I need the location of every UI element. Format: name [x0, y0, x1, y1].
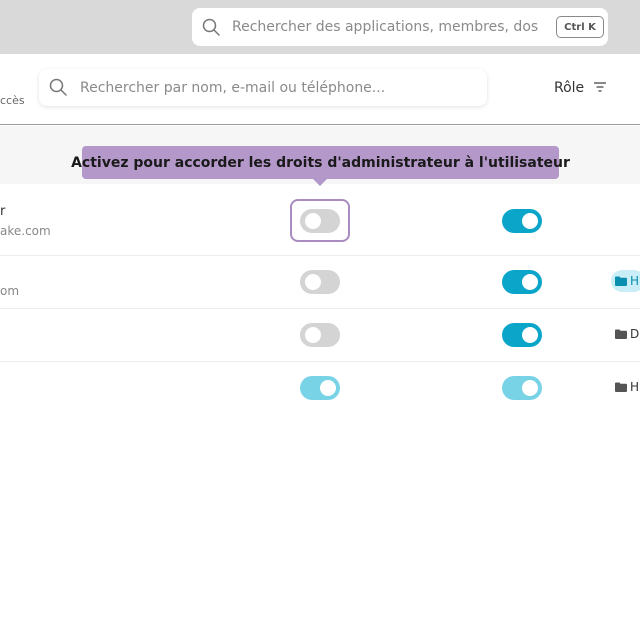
access-toggle[interactable]: [502, 209, 542, 233]
tooltip-arrow: [313, 179, 327, 186]
access-toggle[interactable]: [502, 270, 542, 294]
role-filter-button[interactable]: Rôle: [554, 80, 607, 96]
toggle-knob: [522, 327, 538, 343]
folder-icon: [615, 382, 627, 392]
admin-toggle-tooltip: Activez pour accorder les droits d'admin…: [71, 146, 570, 179]
folder-icon: [615, 276, 627, 286]
global-search[interactable]: Ctrl K: [192, 8, 608, 46]
table-row: D: [0, 309, 640, 362]
toggle-knob: [522, 213, 538, 229]
folder-chip[interactable]: D: [615, 327, 639, 341]
toggle-knob: [305, 327, 321, 343]
table-row: om H: [0, 256, 640, 309]
tab-access[interactable]: ccès: [0, 94, 25, 107]
toggle-knob: [320, 380, 336, 396]
filter-icon: [594, 80, 607, 96]
top-bar: Ctrl K: [0, 0, 640, 54]
user-email: om: [0, 284, 20, 298]
toggle-knob: [305, 274, 321, 290]
user-email: ake.com: [0, 224, 51, 238]
folder-label: H: [630, 274, 640, 288]
table-row: H: [0, 362, 640, 414]
folder-icon: [615, 329, 627, 339]
global-search-input[interactable]: [232, 17, 538, 37]
keyboard-shortcut-badge: Ctrl K: [556, 16, 604, 38]
member-search-input[interactable]: [80, 78, 460, 98]
admin-toggle[interactable]: [300, 270, 340, 294]
admin-toggle[interactable]: [300, 376, 340, 400]
role-filter-label: Rôle: [554, 80, 585, 96]
folder-chip[interactable]: H: [611, 270, 640, 292]
folder-label: H: [630, 380, 640, 394]
search-icon: [202, 18, 220, 40]
toggle-knob: [522, 380, 538, 396]
access-toggle[interactable]: [502, 323, 542, 347]
admin-toggle-focus-ring: [290, 199, 350, 242]
search-icon: [49, 78, 67, 100]
user-name: r: [0, 204, 6, 219]
admin-toggle[interactable]: [300, 323, 340, 347]
folder-label: D: [630, 327, 640, 341]
access-toggle[interactable]: [502, 376, 542, 400]
folder-chip[interactable]: H: [615, 380, 639, 394]
members-toolbar: ccès Rôle: [0, 54, 640, 125]
member-search[interactable]: [39, 69, 487, 106]
toggle-knob: [522, 274, 538, 290]
